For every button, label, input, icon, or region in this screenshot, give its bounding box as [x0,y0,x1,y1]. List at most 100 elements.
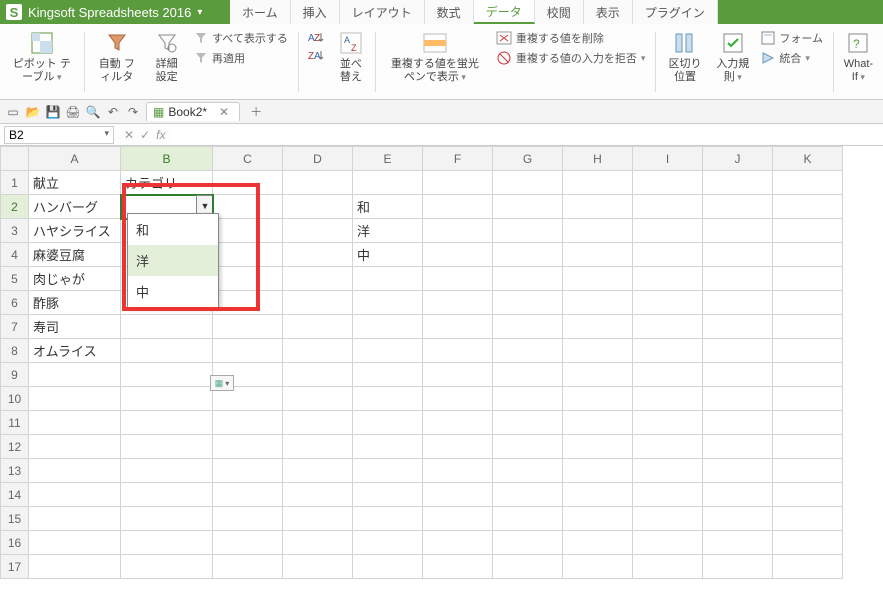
document-tab[interactable]: ▦ Book2* ✕ [146,102,240,121]
cell[interactable] [283,483,353,507]
cell[interactable] [563,507,633,531]
cell[interactable] [563,243,633,267]
cell[interactable] [121,339,213,363]
cell[interactable] [563,219,633,243]
cell[interactable] [353,171,423,195]
cell[interactable] [773,483,843,507]
cell[interactable] [493,459,563,483]
cell[interactable] [773,531,843,555]
undo-icon[interactable]: ↶ [104,103,122,121]
cell[interactable] [283,387,353,411]
close-tab-icon[interactable]: ✕ [219,105,229,119]
cell[interactable] [563,483,633,507]
cell[interactable] [423,315,493,339]
col-header-J[interactable]: J [703,147,773,171]
cell[interactable]: ハヤシライス [29,219,121,243]
text-to-columns-button[interactable]: 区切り 位置 [662,28,708,86]
cell[interactable] [633,243,703,267]
spreadsheet-grid[interactable]: A B C D E F G H I J K 1献立カテゴリ 2ハンバーグ▼和 3… [0,146,843,579]
row-header[interactable]: 12 [1,435,29,459]
cell[interactable] [213,195,283,219]
cell[interactable] [703,267,773,291]
cell[interactable] [703,459,773,483]
cell[interactable] [633,435,703,459]
cell[interactable] [29,555,121,579]
row-header[interactable]: 15 [1,507,29,531]
cell[interactable] [283,243,353,267]
cell[interactable] [773,315,843,339]
cell[interactable] [353,315,423,339]
reapply-button[interactable]: 再適用 [194,50,288,66]
cell[interactable] [283,459,353,483]
cell[interactable] [283,195,353,219]
sort-asc-button[interactable]: AZ [308,30,324,44]
cell[interactable] [633,171,703,195]
cell[interactable] [633,507,703,531]
validation-button[interactable]: 入力規則 [712,28,753,86]
cell[interactable] [493,363,563,387]
cell[interactable] [283,291,353,315]
cell[interactable] [29,435,121,459]
cell[interactable] [423,435,493,459]
highlight-dup-button[interactable]: 重複する値を蛍光ペンで表示 [382,28,488,86]
cell[interactable] [423,531,493,555]
row-header[interactable]: 10 [1,387,29,411]
cell[interactable] [633,219,703,243]
col-header-E[interactable]: E [353,147,423,171]
cell[interactable] [563,459,633,483]
cell[interactable] [213,291,283,315]
row-header[interactable]: 16 [1,531,29,555]
tab-plugin[interactable]: プラグイン [633,0,718,24]
cell[interactable] [703,219,773,243]
cell[interactable] [773,507,843,531]
dropdown-item[interactable]: 中 [128,276,218,307]
cell[interactable] [353,531,423,555]
cell[interactable] [493,411,563,435]
col-header-I[interactable]: I [633,147,703,171]
name-box[interactable]: B2 [4,126,114,144]
cell[interactable] [121,363,213,387]
row-header[interactable]: 13 [1,459,29,483]
cell[interactable] [423,507,493,531]
cell[interactable] [29,387,121,411]
cell[interactable] [703,363,773,387]
cell[interactable] [283,555,353,579]
cell[interactable]: 麻婆豆腐 [29,243,121,267]
cell[interactable] [423,171,493,195]
cell[interactable] [423,411,493,435]
cell[interactable] [493,531,563,555]
cell[interactable] [633,339,703,363]
col-header-K[interactable]: K [773,147,843,171]
cell[interactable] [633,531,703,555]
cell[interactable] [633,555,703,579]
whatif-button[interactable]: ? What-If [840,28,877,86]
cell[interactable] [353,411,423,435]
cell[interactable] [29,531,121,555]
row-header[interactable]: 4 [1,243,29,267]
cell[interactable] [283,531,353,555]
cell[interactable] [633,291,703,315]
cell[interactable] [773,267,843,291]
cell[interactable] [773,171,843,195]
cell[interactable] [633,483,703,507]
print-preview-icon[interactable]: 🔍 [84,103,102,121]
row-header[interactable]: 8 [1,339,29,363]
cell[interactable] [121,531,213,555]
cell[interactable]: カテゴリ [121,171,213,195]
cell[interactable] [703,435,773,459]
cell[interactable] [773,363,843,387]
cell[interactable] [633,267,703,291]
tab-insert[interactable]: 挿入 [291,0,340,24]
cell[interactable] [213,339,283,363]
cell[interactable] [493,195,563,219]
cell[interactable] [633,363,703,387]
cell[interactable] [213,267,283,291]
cell[interactable] [493,315,563,339]
cell[interactable] [703,507,773,531]
remove-dup-button[interactable]: 重複する値を削除 [496,30,646,46]
cell[interactable] [703,315,773,339]
cell[interactable]: 和 [353,195,423,219]
col-header-D[interactable]: D [283,147,353,171]
cell[interactable] [121,315,213,339]
cell[interactable] [423,555,493,579]
